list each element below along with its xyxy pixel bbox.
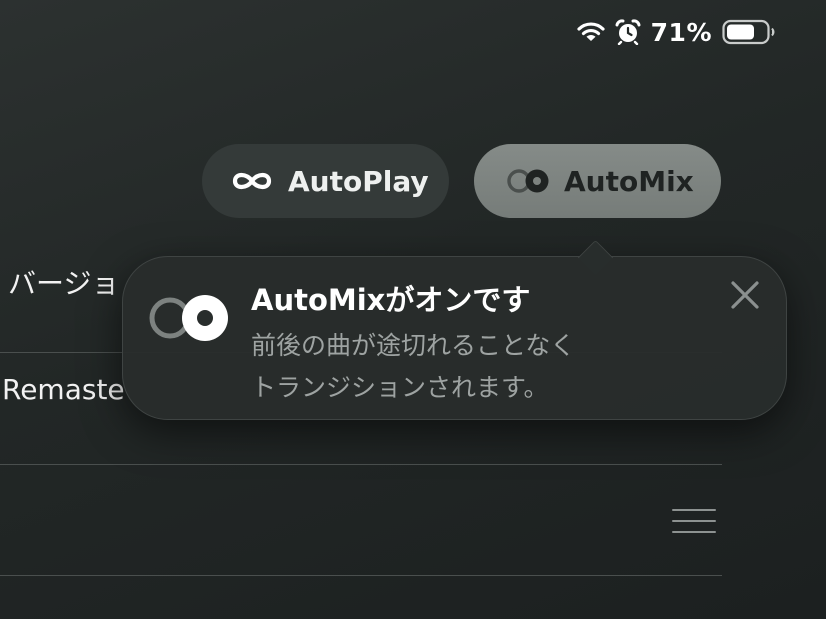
automix-tooltip-popover: AutoMixがオンです 前後の曲が途切れることなく トランジションされます。 [122,239,787,420]
autoplay-button[interactable]: AutoPlay [202,144,449,218]
popover-description-line: 前後の曲が途切れることなく [251,331,576,360]
popover-description-line: トランジションされます。 [251,373,549,402]
status-bar: 71% [577,14,776,50]
popover-arrow [577,239,614,276]
reorder-handle-icon[interactable] [672,509,716,533]
infinity-icon [232,172,272,190]
popover-description: 前後の曲が途切れることなく トランジションされます。 [251,325,575,409]
divider [0,464,722,465]
list-item-remaster[interactable]: Remaste [2,373,125,406]
battery-icon [722,19,775,45]
automix-icon [507,169,549,193]
list-item-version[interactable]: バージョ [8,262,119,302]
popover-title: AutoMixがオンです [251,283,531,317]
automix-button[interactable]: AutoMix [474,144,721,218]
automix-icon [149,295,228,341]
close-icon[interactable] [729,279,761,311]
automix-label: AutoMix [564,164,694,198]
alarm-clock-icon [615,19,641,45]
autoplay-label: AutoPlay [288,164,429,198]
battery-percentage: 71% [650,17,712,47]
divider [0,575,722,576]
wifi-icon [577,22,605,41]
